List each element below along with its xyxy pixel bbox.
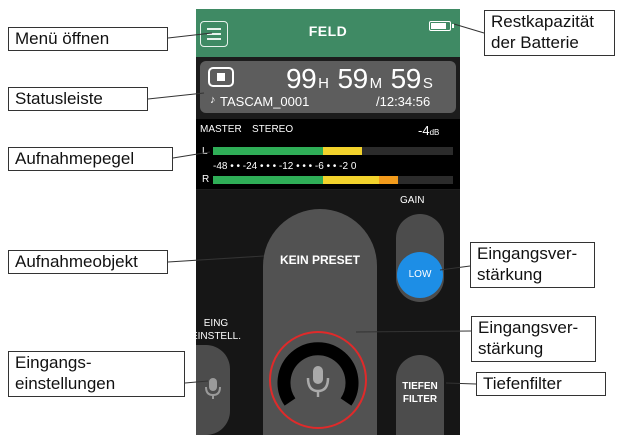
leader-menu: [167, 32, 213, 39]
callout-battery: Restkapazität der Batterie: [484, 10, 615, 56]
callout-statusbar: Statusleiste: [8, 87, 148, 111]
callout-record-object: Aufnahmeobjekt: [8, 250, 168, 274]
leader-meter: [172, 151, 211, 159]
leader-lowcut: [445, 382, 477, 385]
callout-gain: Eingangsver- stärkung: [470, 242, 595, 288]
callout-input-gain: Eingangsver- stärkung: [471, 316, 596, 362]
callout-meter: Aufnahmepegel: [8, 147, 173, 171]
leader-input-gain: [355, 330, 472, 333]
leader-battery: [453, 23, 485, 34]
leader-statusbar: [147, 92, 205, 100]
callout-input-settings: Eingangs- einstellungen: [8, 351, 185, 397]
callout-lowcut: Tiefenfilter: [476, 372, 606, 396]
leader-gain: [439, 265, 471, 271]
callout-menu: Menü öffnen: [8, 27, 168, 51]
leader-record-object: [167, 255, 265, 263]
leader-input-settings: [184, 380, 209, 384]
